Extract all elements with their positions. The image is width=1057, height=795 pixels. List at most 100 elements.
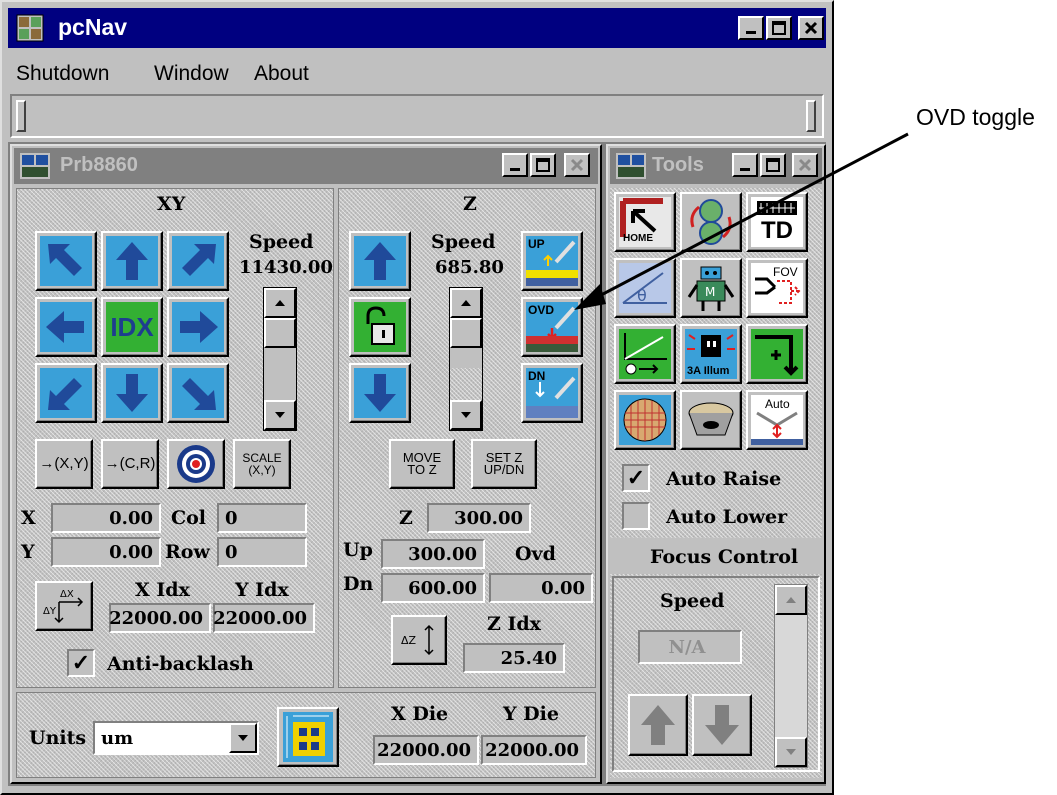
minimize-button[interactable] (738, 16, 764, 40)
probe-down-icon (526, 376, 578, 418)
scroll-up-button[interactable] (450, 288, 482, 318)
menu-about[interactable]: About (254, 62, 309, 86)
focus-control-panel: Speed N/A (612, 576, 820, 772)
scroll-down-button[interactable] (775, 737, 807, 767)
anti-backlash-checkbox[interactable]: ✓ (67, 649, 95, 677)
set-z-updn-button[interactable]: SET Z UP/DN (471, 439, 537, 489)
xy-speed-scrollbar[interactable] (263, 287, 297, 431)
triangle-down-icon (275, 412, 285, 418)
arrow-up-icon (364, 242, 396, 280)
svg-text:ΔY: ΔY (43, 606, 57, 617)
move-up-button[interactable] (101, 231, 163, 291)
move-up-left-button[interactable] (35, 231, 97, 291)
illumination-tool-button[interactable]: 3A Illum (680, 324, 742, 384)
checkmark-icon: ✓ (626, 465, 646, 490)
x-value-field: 0.00 (51, 503, 161, 533)
z-index-step-button[interactable]: ΔZ (391, 615, 447, 665)
xy-speed-label: Speed (249, 231, 314, 253)
z-down-button[interactable] (349, 363, 411, 423)
move-left-button[interactable] (35, 297, 97, 357)
prober-title-bar[interactable]: Prb8860 (14, 148, 598, 184)
target-button[interactable] (167, 439, 225, 489)
wafer-map-tool-button[interactable] (614, 390, 676, 450)
svg-text:ΔZ: ΔZ (401, 634, 417, 647)
y-idx-field[interactable]: 22000.00 (213, 603, 315, 633)
arrow-right-icon (180, 311, 218, 343)
svg-text:ΔX: ΔX (60, 589, 74, 600)
auto-focus-tool-button[interactable]: Auto (746, 390, 808, 450)
goto-cr-button[interactable]: →(C,R) (101, 439, 159, 489)
index-button[interactable]: IDX (101, 297, 163, 357)
strip-grip (16, 100, 26, 132)
scroll-up-button[interactable] (264, 288, 296, 318)
units-dropdown-button[interactable] (229, 723, 257, 753)
z-up-button[interactable] (349, 231, 411, 291)
scroll-down-button[interactable] (264, 400, 296, 430)
move-down-right-button[interactable] (167, 363, 229, 423)
z-idx-field[interactable]: 25.40 (463, 643, 565, 673)
move-up-right-button[interactable] (167, 231, 229, 291)
maximize-icon (536, 158, 550, 172)
delta-xy-icon: ΔX ΔY (43, 589, 84, 624)
ovd-value-field[interactable]: 0.00 (489, 573, 593, 603)
z-lock-button[interactable] (349, 297, 411, 357)
auto-raise-checkbox[interactable]: ✓ (622, 464, 650, 492)
close-button[interactable] (798, 16, 824, 40)
arrow-up-right-icon (182, 244, 216, 276)
prober-minimize-button[interactable] (502, 153, 528, 177)
x-die-label: X Die (391, 703, 449, 725)
scroll-up-button[interactable] (775, 585, 807, 615)
xy-speed-value: 11430.00 (239, 257, 333, 278)
focus-scrollbar[interactable] (774, 584, 808, 768)
focus-up-button[interactable] (628, 694, 688, 756)
xy-index-step-button[interactable]: ΔX ΔY (35, 581, 93, 631)
prober-window-icon (18, 151, 52, 186)
move-right-button[interactable] (167, 297, 229, 357)
scroll-down-button[interactable] (450, 400, 482, 430)
menu-window[interactable]: Window (154, 62, 229, 86)
main-title-bar[interactable]: pcNav (8, 8, 826, 48)
dn-value-field[interactable]: 600.00 (381, 573, 485, 603)
col-value-field: 0 (217, 503, 307, 533)
auto-lower-checkbox[interactable] (622, 502, 650, 530)
bottom-panel: Units um X Die Y Die 22000.00 22000.00 (16, 692, 596, 778)
move-to-z-button[interactable]: MOVE TO Z (389, 439, 455, 489)
scale-xy-button[interactable]: SCALE (X,Y) (233, 439, 291, 489)
target-icon (177, 445, 215, 483)
menu-shutdown[interactable]: Shutdown (16, 62, 109, 86)
z-label: Z (399, 507, 413, 529)
app-icon (16, 14, 44, 42)
units-select[interactable]: um (93, 721, 259, 755)
xy-speed-thumb[interactable] (264, 318, 296, 348)
maximize-button[interactable] (766, 16, 792, 40)
move-down-left-button[interactable] (35, 363, 97, 423)
col-label: Col (171, 507, 207, 529)
minimize-icon (510, 168, 520, 171)
z-speed-thumb[interactable] (450, 318, 482, 348)
z-speed-scrollbar[interactable] (449, 287, 483, 431)
y-label: Y (21, 541, 35, 563)
focus-down-button[interactable] (692, 694, 752, 756)
y-die-field[interactable]: 22000.00 (481, 735, 587, 765)
chuck-tool-button[interactable] (680, 390, 742, 450)
die-size-button[interactable] (277, 707, 339, 767)
up-value-field[interactable]: 300.00 (381, 539, 485, 569)
step-tool-button[interactable] (746, 324, 808, 384)
z-section-label: Z (463, 193, 477, 215)
triangle-down-icon (786, 749, 796, 755)
goto-xy-button[interactable]: →(X,Y) (35, 439, 93, 489)
move-down-button[interactable] (101, 363, 163, 423)
x-die-field[interactable]: 22000.00 (373, 735, 479, 765)
z-down-position-button[interactable]: DN (521, 363, 583, 423)
arrow-down-icon (364, 374, 396, 412)
units-value: um (101, 728, 134, 749)
x-idx-field[interactable]: 22000.00 (109, 603, 211, 633)
velocity-tool-button[interactable] (614, 324, 676, 384)
app-title: pcNav (58, 14, 128, 40)
z-speed-label: Speed (431, 231, 496, 253)
chevron-down-icon (238, 735, 248, 741)
triangle-up-icon (461, 300, 471, 306)
velocity-graph-icon (624, 333, 667, 375)
prober-maximize-button[interactable] (530, 153, 556, 177)
row-value-field: 0 (217, 537, 307, 567)
